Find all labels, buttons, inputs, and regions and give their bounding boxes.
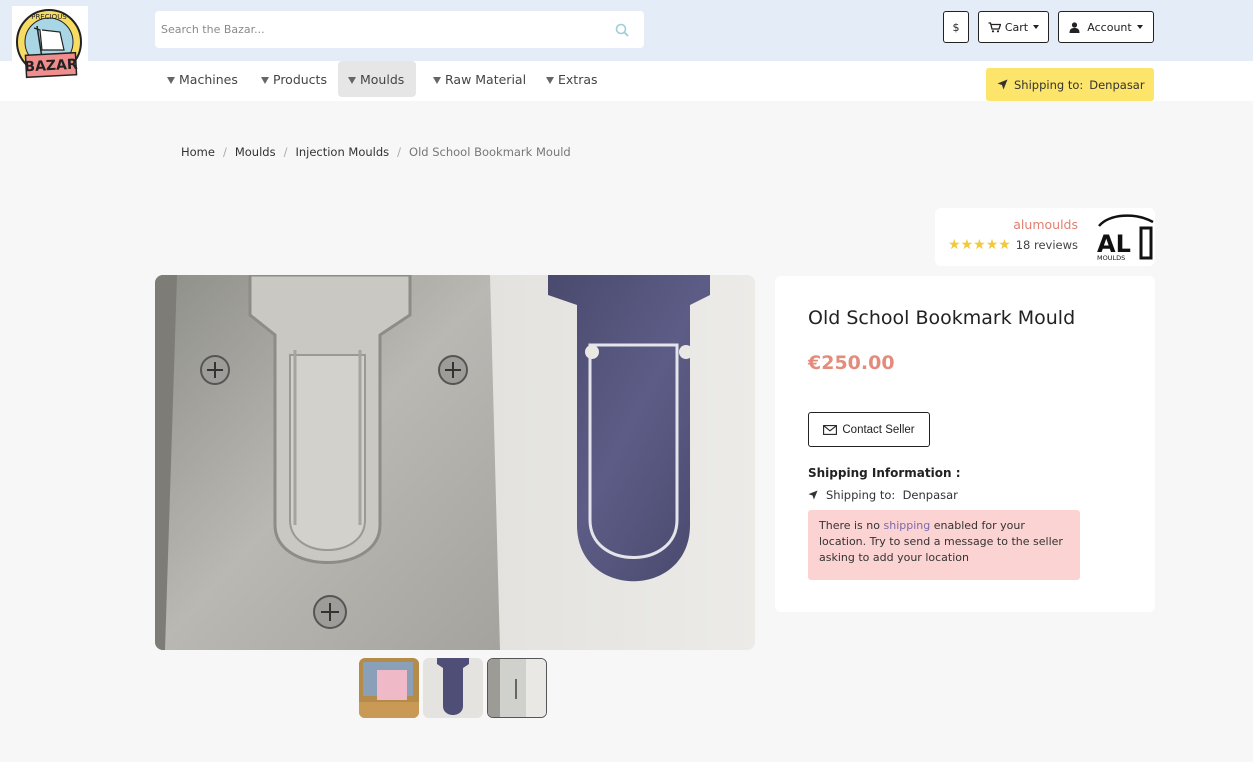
nav-item-label: Extras	[558, 71, 598, 87]
thumbnail-image	[488, 659, 546, 717]
caret-down-icon	[167, 76, 175, 84]
thumbnail-3[interactable]	[487, 658, 547, 718]
nav-item-label: Machines	[179, 71, 238, 87]
contact-seller-label: Contact Seller	[842, 423, 915, 436]
nav-item-extras[interactable]: Extras	[536, 61, 608, 97]
logo-text-precious: PRECIOUS	[31, 13, 67, 21]
cart-icon	[988, 21, 1001, 32]
seller-card[interactable]: alumoulds ★ ★ ★ ★ ★ 18 reviews AL MOULDS	[935, 208, 1155, 266]
seller-name[interactable]: alumoulds	[1013, 217, 1078, 232]
star-icon: ★	[998, 237, 1011, 253]
envelope-icon	[823, 424, 838, 435]
account-label: Account	[1087, 20, 1132, 34]
breadcrumb-moulds[interactable]: Moulds	[235, 145, 276, 159]
shipping-info-label: Shipping to:	[826, 488, 896, 502]
caret-down-icon	[433, 76, 441, 84]
currency-button[interactable]: $	[943, 11, 969, 43]
nav-item-machines[interactable]: Machines	[157, 61, 248, 97]
shipping-info-city: Denpasar	[902, 488, 958, 502]
thumbnail-image	[423, 658, 483, 718]
thumbnail-1[interactable]	[359, 658, 419, 718]
user-icon	[1069, 21, 1080, 33]
account-button[interactable]: Account	[1058, 11, 1154, 43]
alert-shipping-link[interactable]: shipping	[884, 519, 931, 532]
shipping-label: Shipping to:	[1014, 77, 1084, 92]
seller-logo: AL MOULDS	[1097, 214, 1154, 262]
shipping-info-heading: Shipping Information :	[808, 466, 961, 480]
product-price: €250.00	[808, 352, 895, 374]
site-logo[interactable]: BAZAR PRECIOUS	[12, 6, 88, 82]
chevron-down-icon	[1136, 25, 1143, 29]
contact-seller-button[interactable]: Contact Seller	[808, 412, 930, 447]
chevron-down-icon	[1033, 25, 1040, 29]
alert-text-pre: There is no	[819, 519, 884, 532]
star-icon: ★	[973, 237, 986, 253]
shipping-location-button[interactable]: Shipping to: Denpasar	[986, 68, 1154, 101]
cart-button[interactable]: Cart	[978, 11, 1049, 43]
thumbnail-2[interactable]	[423, 658, 483, 718]
breadcrumb: Home / Moulds / Injection Moulds / Old S…	[181, 145, 571, 159]
nav-item-label: Raw Material	[445, 71, 527, 87]
thumbnail-image	[359, 658, 419, 718]
breadcrumb-home[interactable]: Home	[181, 145, 215, 159]
search-bar	[155, 11, 644, 48]
seller-logo-subtext: MOULDS	[1097, 254, 1125, 262]
nav-item-products[interactable]: Products	[251, 61, 337, 97]
seller-rating: ★ ★ ★ ★ ★	[948, 238, 1011, 252]
shipping-info-location: Shipping to: Denpasar	[808, 488, 958, 502]
search-icon[interactable]	[614, 22, 630, 38]
star-icon: ★	[948, 237, 961, 253]
product-title: Old School Bookmark Mould	[808, 307, 1076, 329]
search-input[interactable]	[155, 11, 605, 48]
currency-label: $	[952, 20, 960, 34]
logo-text-bazar: BAZAR	[24, 57, 78, 76]
breadcrumb-separator: /	[283, 145, 288, 159]
breadcrumb-separator: /	[397, 145, 402, 159]
star-icon: ★	[985, 237, 999, 253]
nav-item-label: Moulds	[360, 71, 405, 87]
location-arrow-icon	[997, 79, 1008, 90]
star-icon: ★	[960, 237, 974, 253]
breadcrumb-separator: /	[222, 145, 227, 159]
nav-item-moulds[interactable]: Moulds	[338, 61, 416, 97]
caret-down-icon	[546, 76, 554, 84]
product-photo	[155, 275, 755, 650]
breadcrumb-injection-moulds[interactable]: Injection Moulds	[295, 145, 389, 159]
shipping-alert: There is no shipping enabled for your lo…	[808, 510, 1080, 580]
caret-down-icon	[348, 76, 356, 84]
caret-down-icon	[261, 76, 269, 84]
product-info-card: Old School Bookmark Mould €250.00 Contac…	[775, 276, 1155, 612]
shipping-location: Denpasar	[1089, 77, 1145, 92]
location-arrow-icon	[808, 490, 818, 500]
nav-item-label: Products	[273, 71, 327, 87]
nav-item-raw-material[interactable]: Raw Material	[423, 61, 536, 97]
breadcrumb-current: Old School Bookmark Mould	[409, 145, 571, 159]
product-image[interactable]	[155, 275, 755, 650]
logo-graphic: BAZAR PRECIOUS	[16, 9, 82, 79]
seller-reviews[interactable]: 18 reviews	[1016, 238, 1078, 252]
cart-label: Cart	[1004, 20, 1029, 34]
